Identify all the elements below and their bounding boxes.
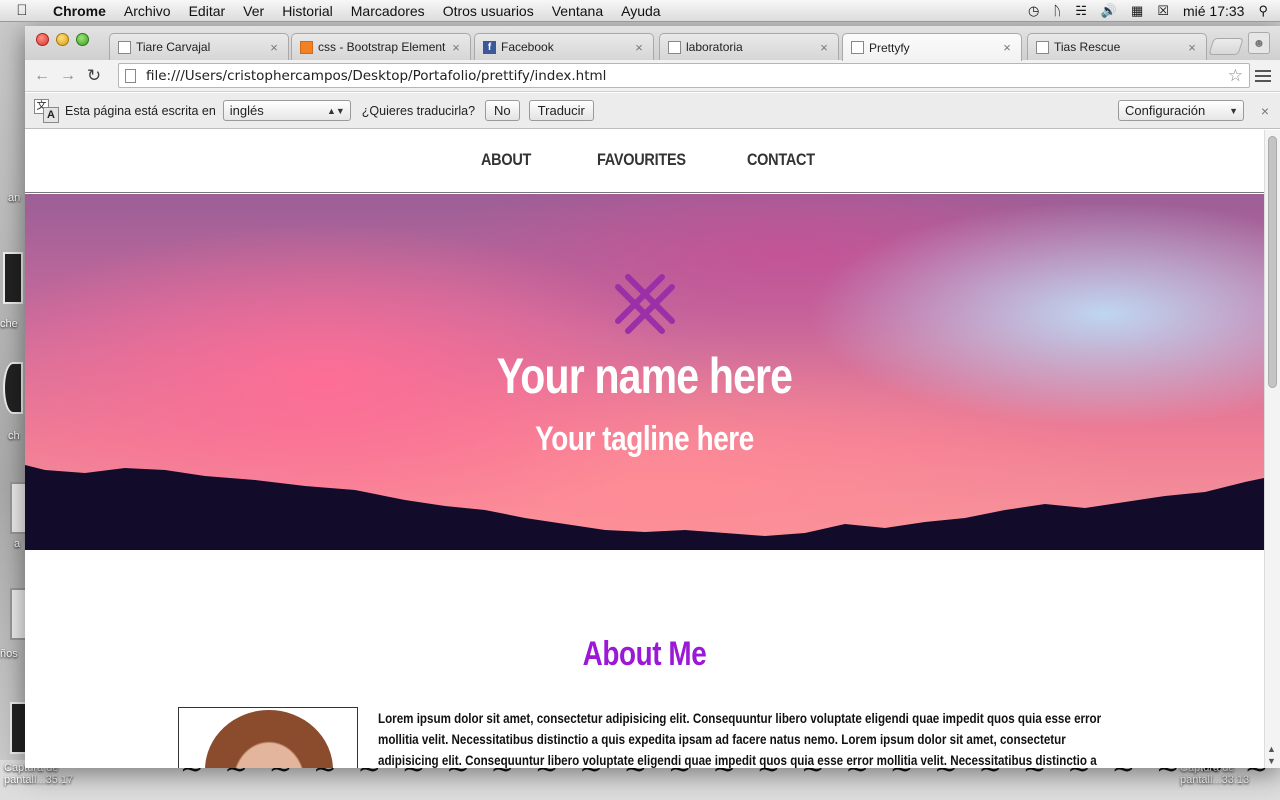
select-arrows-icon: ▲▼ xyxy=(326,105,345,116)
menubar-clock[interactable]: mié 17:33 xyxy=(1183,3,1244,19)
web-page: ABOUT FAVOURITES CONTACT Your name here … xyxy=(25,130,1264,768)
menu-ver[interactable]: Ver xyxy=(234,3,273,19)
translate-question-text: ¿Quieres traducirla? xyxy=(361,103,476,118)
desktop-file-icon[interactable] xyxy=(3,252,23,304)
menubar-status-area: ◷ ᚢ ☵ 🔊 ▦ ☒ mié 17:33 ⚲ xyxy=(1028,3,1280,19)
desktop-label[interactable]: ch xyxy=(8,430,20,442)
minimize-window-button[interactable] xyxy=(56,33,69,46)
chevron-down-icon: ▼ xyxy=(1229,105,1238,116)
spotlight-search-icon[interactable]: ⚲ xyxy=(1258,3,1268,19)
logo-cross-icon xyxy=(615,274,675,334)
tab-close-icon[interactable]: × xyxy=(1001,40,1013,55)
settings-select-label: Configuración xyxy=(1125,103,1206,118)
tab-title: laboratoria xyxy=(686,40,743,54)
calendar-icon[interactable]: ▦ xyxy=(1131,3,1143,19)
tab-title: Tias Rescue xyxy=(1054,40,1121,54)
hero-tagline: Your tagline here xyxy=(535,420,754,458)
tab-laboratoria[interactable]: laboratoria × xyxy=(659,33,839,60)
nav-link-favourites[interactable]: FAVOURITES xyxy=(597,150,686,170)
volume-icon[interactable]: 🔊 xyxy=(1101,3,1117,19)
facebook-icon: f xyxy=(483,40,496,54)
tab-close-icon[interactable]: × xyxy=(450,40,462,55)
back-arrow-icon[interactable]: ← xyxy=(29,67,55,85)
desktop-file-icon[interactable] xyxy=(3,362,23,414)
nav-link-contact[interactable]: CONTACT xyxy=(747,150,815,170)
menu-marcadores[interactable]: Marcadores xyxy=(342,3,434,19)
translate-prefix-text: Esta página está escrita en xyxy=(65,103,216,118)
tab-tias-rescue[interactable]: Tias Rescue × xyxy=(1027,33,1207,60)
time-machine-icon[interactable]: ◷ xyxy=(1028,3,1039,19)
page-scrollbar[interactable]: ▲ ▼ xyxy=(1264,130,1280,768)
scroll-down-arrow-icon[interactable]: ▼ xyxy=(1267,756,1276,766)
desktop-label[interactable]: an xyxy=(8,192,20,204)
page-icon xyxy=(118,40,131,54)
tab-close-icon[interactable]: × xyxy=(1186,40,1198,55)
page-icon xyxy=(668,40,681,54)
tab-prettyfy[interactable]: Prettyfy × xyxy=(842,33,1022,61)
tab-facebook[interactable]: f Facebook × xyxy=(474,33,654,60)
page-icon xyxy=(851,41,864,54)
chrome-window: Tiare Carvajal × css - Bootstrap Element… xyxy=(25,26,1280,768)
scrollbar-thumb[interactable] xyxy=(1268,136,1277,388)
language-select-value: inglés xyxy=(229,103,264,118)
stackoverflow-icon xyxy=(300,40,313,54)
browser-toolbar: ← → ↻ file:///Users/cristophercampos/Des… xyxy=(25,60,1280,92)
tab-close-icon[interactable]: × xyxy=(633,40,645,55)
bluetooth-icon[interactable]: ᚢ xyxy=(1053,3,1061,18)
hero-name: Your name here xyxy=(496,348,793,404)
menu-editar[interactable]: Editar xyxy=(180,3,235,19)
desktop-label[interactable]: che xyxy=(0,318,18,330)
site-navbar: ABOUT FAVOURITES CONTACT xyxy=(25,130,1264,193)
wifi-icon[interactable]: ☵ xyxy=(1075,3,1087,19)
tab-strip: Tiare Carvajal × css - Bootstrap Element… xyxy=(25,26,1280,61)
tab-title: Tiare Carvajal xyxy=(136,40,211,54)
hero-banner: Your name here Your tagline here xyxy=(25,194,1264,550)
address-bar[interactable]: file:///Users/cristophercampos/Desktop/P… xyxy=(118,63,1250,88)
menu-otros-usuarios[interactable]: Otros usuarios xyxy=(434,3,543,19)
page-icon xyxy=(1036,40,1049,54)
menu-ayuda[interactable]: Ayuda xyxy=(612,3,669,19)
close-infobar-icon[interactable]: × xyxy=(1261,103,1269,119)
desktop-label[interactable]: a xyxy=(14,538,20,550)
battery-icon[interactable]: ☒ xyxy=(1157,3,1169,19)
page-icon xyxy=(125,68,136,83)
about-title: About Me xyxy=(582,635,707,673)
translate-infobar: 文A Esta página está escrita en inglés ▲▼… xyxy=(25,93,1280,129)
portrait-figure xyxy=(205,710,333,768)
desktop-label[interactable]: ños xyxy=(0,648,18,660)
settings-select[interactable]: Configuración ▼ xyxy=(1118,100,1244,121)
url-text[interactable]: file:///Users/cristophercampos/Desktop/P… xyxy=(146,68,606,84)
profile-photo xyxy=(178,707,358,768)
reload-icon[interactable]: ↻ xyxy=(81,66,107,86)
language-select[interactable]: inglés ▲▼ xyxy=(222,100,351,121)
tab-title: Facebook xyxy=(501,40,554,54)
menu-ventana[interactable]: Ventana xyxy=(543,3,612,19)
tab-css-bootstrap[interactable]: css - Bootstrap Element × xyxy=(291,33,471,60)
forward-arrow-icon[interactable]: → xyxy=(55,67,81,85)
close-window-button[interactable] xyxy=(36,33,49,46)
mac-menubar:  Chrome Archivo Editar Ver Historial Ma… xyxy=(0,0,1280,22)
menu-app-chrome[interactable]: Chrome xyxy=(44,3,115,19)
nav-link-about[interactable]: ABOUT xyxy=(481,150,531,170)
apple-menu-icon[interactable]:  xyxy=(0,2,44,19)
scroll-up-arrow-icon[interactable]: ▲ xyxy=(1267,744,1276,754)
translate-icon: 文A xyxy=(34,98,60,123)
menu-historial[interactable]: Historial xyxy=(273,3,342,19)
no-button[interactable]: No xyxy=(485,100,520,121)
tab-close-icon[interactable]: × xyxy=(818,40,830,55)
profile-avatar-icon[interactable]: ☻ xyxy=(1248,32,1270,54)
tab-close-icon[interactable]: × xyxy=(268,40,280,55)
chrome-menu-icon[interactable] xyxy=(1255,67,1271,83)
tab-title: Prettyfy xyxy=(869,40,910,55)
translate-button[interactable]: Traducir xyxy=(528,100,594,121)
zoom-window-button[interactable] xyxy=(76,33,89,46)
bookmark-star-icon[interactable]: ☆ xyxy=(1228,66,1243,86)
new-tab-button[interactable] xyxy=(1208,38,1244,55)
tab-title: css - Bootstrap Element xyxy=(318,40,446,54)
menu-archivo[interactable]: Archivo xyxy=(115,3,180,19)
tab-tiare-carvajal[interactable]: Tiare Carvajal × xyxy=(109,33,289,60)
about-text: Lorem ipsum dolor sit amet, consectetur … xyxy=(378,711,1102,768)
